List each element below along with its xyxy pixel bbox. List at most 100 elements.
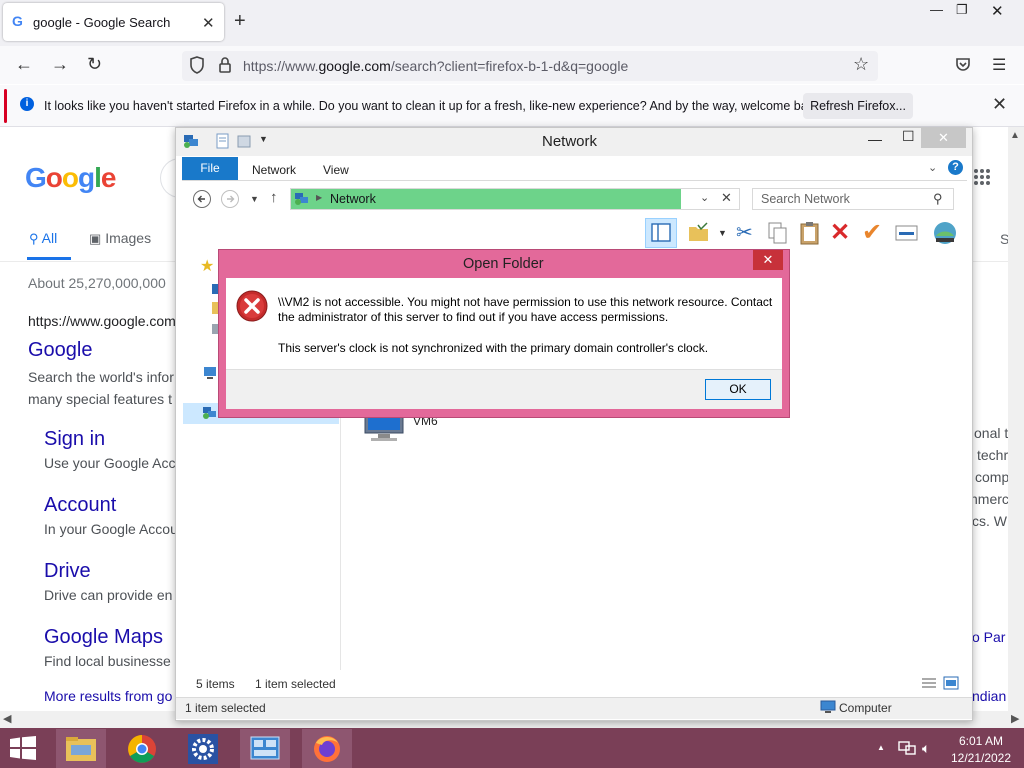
- back-icon[interactable]: ←: [15, 54, 33, 75]
- properties-icon[interactable]: [216, 133, 230, 149]
- network-globe-icon[interactable]: [932, 220, 958, 246]
- clock-date[interactable]: 12/21/2022: [950, 751, 1012, 765]
- scroll-up-icon[interactable]: ▲: [1010, 130, 1020, 141]
- result-url[interactable]: https://www.google.com: [28, 313, 176, 329]
- ribbon-tab-file[interactable]: File: [182, 157, 238, 180]
- new-folder-icon[interactable]: [237, 133, 251, 149]
- scroll-left-icon[interactable]: ◀: [3, 712, 11, 725]
- google-logo[interactable]: Google: [25, 162, 116, 194]
- explorer-back-icon[interactable]: [192, 189, 212, 209]
- taskbar-firefox-icon[interactable]: [302, 729, 352, 768]
- forward-icon[interactable]: →: [51, 54, 69, 75]
- notification-close-icon[interactable]: ✕: [992, 94, 1007, 115]
- explorer-minimize-icon[interactable]: —: [868, 131, 882, 147]
- tab-close-icon[interactable]: ✕: [202, 14, 215, 32]
- ok-button[interactable]: OK: [705, 379, 771, 400]
- preview-pane-button[interactable]: [645, 218, 677, 248]
- result-snippet: Search the world's infor: [28, 369, 174, 385]
- taskbar-chrome-icon[interactable]: [117, 729, 167, 768]
- recent-locations-icon[interactable]: ▼: [250, 194, 259, 204]
- new-tab-icon[interactable]: +: [234, 10, 246, 33]
- restore-icon[interactable]: ❐: [956, 2, 968, 18]
- lock-icon[interactable]: [218, 56, 232, 74]
- tray-network-icon[interactable]: [898, 740, 916, 756]
- taskbar-network-app[interactable]: [240, 729, 290, 768]
- sitelink-sign-in[interactable]: Sign in: [44, 428, 105, 451]
- search-placeholder: Search Network: [761, 192, 850, 206]
- reload-icon[interactable]: ↻: [87, 54, 102, 75]
- taskbar-settings-icon[interactable]: [178, 729, 228, 768]
- cut-icon[interactable]: ✂: [736, 220, 753, 245]
- ribbon-expand-icon[interactable]: ⌄: [928, 161, 937, 174]
- paste-icon[interactable]: [799, 221, 821, 245]
- window-close-icon[interactable]: ✕: [991, 2, 1004, 20]
- quick-access-star-icon[interactable]: ★: [200, 256, 214, 276]
- result-count: About 25,270,000,000: [28, 275, 166, 291]
- start-windows-icon[interactable]: [9, 736, 37, 760]
- url-text[interactable]: https://www.google.com/search?client=fir…: [243, 58, 628, 74]
- address-clear-icon[interactable]: ✕: [721, 190, 732, 206]
- taskbar-file-explorer[interactable]: [56, 729, 106, 768]
- search-icon: ⚲: [29, 231, 39, 246]
- google-favicon-icon: G: [12, 14, 26, 28]
- minimize-icon[interactable]: —: [930, 2, 943, 17]
- tab-all[interactable]: ⚲ All: [29, 230, 57, 247]
- result-title-google[interactable]: Google: [28, 339, 93, 362]
- bookmark-star-icon[interactable]: ☆: [853, 54, 869, 75]
- sitelink-snippet: Find local businesse: [44, 653, 171, 669]
- large-icons-view-icon[interactable]: [943, 676, 959, 690]
- status-selected-count: 1 item selected: [255, 677, 336, 691]
- breadcrumb-chevron-icon[interactable]: ▶: [316, 193, 322, 202]
- vertical-scrollbar[interactable]: [1008, 127, 1024, 711]
- explorer-maximize-icon[interactable]: ☐: [902, 128, 915, 145]
- text-fragment[interactable]: ndian: [972, 688, 1006, 704]
- error-icon: [236, 290, 268, 322]
- search-icon[interactable]: ⚲: [933, 191, 943, 207]
- text-fragment: nmerc: [970, 491, 1009, 507]
- more-results-link[interactable]: More results from go: [44, 688, 172, 704]
- ribbon-tab-view[interactable]: View: [323, 163, 349, 177]
- clock-time[interactable]: 6:01 AM: [955, 734, 1007, 748]
- text-fragment: onal t: [974, 425, 1009, 441]
- notification-text: It looks like you haven't started Firefo…: [44, 99, 824, 113]
- up-arrow-icon[interactable]: ↑: [270, 189, 278, 206]
- quick-access-dropdown-icon[interactable]: ▼: [259, 134, 268, 144]
- tray-volume-icon[interactable]: 🔈︎: [922, 740, 930, 757]
- browser-tab[interactable]: G google - Google Search ✕: [3, 3, 224, 41]
- refresh-firefox-button[interactable]: Refresh Firefox...: [803, 93, 913, 119]
- properties-card-icon[interactable]: [895, 224, 919, 242]
- tray-expand-icon[interactable]: ▲: [877, 743, 885, 752]
- dialog-message-secondary: This server's clock is not synchronized …: [278, 341, 709, 355]
- ribbon-tab-network[interactable]: Network: [252, 163, 296, 177]
- help-icon[interactable]: ?: [948, 160, 963, 175]
- address-text[interactable]: Network: [330, 192, 376, 206]
- address-dropdown-icon[interactable]: ⌄: [700, 191, 709, 204]
- dialog-close-button[interactable]: ✕: [753, 250, 783, 270]
- sitelink-drive[interactable]: Drive: [44, 560, 91, 583]
- sitelink-account[interactable]: Account: [44, 494, 116, 517]
- delete-icon[interactable]: ✕: [830, 218, 850, 247]
- details-view-icon[interactable]: [921, 676, 937, 690]
- nav-computer-icon[interactable]: [202, 365, 218, 381]
- pocket-icon[interactable]: [955, 56, 971, 72]
- text-fragment[interactable]: o Par: [972, 629, 1005, 645]
- explorer-title: Network: [542, 133, 598, 150]
- rename-icon[interactable]: ✔: [862, 218, 882, 247]
- tab-title: google - Google Search: [33, 15, 171, 30]
- sitelink-snippet: Use your Google Acc: [44, 455, 176, 471]
- apps-grid-icon[interactable]: [973, 168, 991, 186]
- explorer-forward-icon[interactable]: [220, 189, 240, 209]
- dialog-title: Open Folder: [463, 256, 544, 272]
- scroll-right-icon[interactable]: ▶: [1011, 712, 1019, 725]
- copy-icon[interactable]: [768, 222, 788, 244]
- bottom-selected-text: 1 item selected: [185, 701, 266, 715]
- menu-hamburger-icon[interactable]: ☰: [992, 55, 1006, 75]
- explorer-close-button[interactable]: ✕: [921, 128, 966, 148]
- sitelink-google-maps[interactable]: Google Maps: [44, 626, 163, 649]
- folder-options-dropdown-icon[interactable]: ▼: [718, 228, 727, 238]
- image-icon: ▣: [89, 231, 102, 246]
- folder-options-icon[interactable]: [688, 222, 710, 244]
- tracking-shield-icon[interactable]: [189, 56, 205, 74]
- tab-images[interactable]: ▣ Images: [89, 230, 151, 247]
- sitelink-snippet: Drive can provide en: [44, 587, 173, 603]
